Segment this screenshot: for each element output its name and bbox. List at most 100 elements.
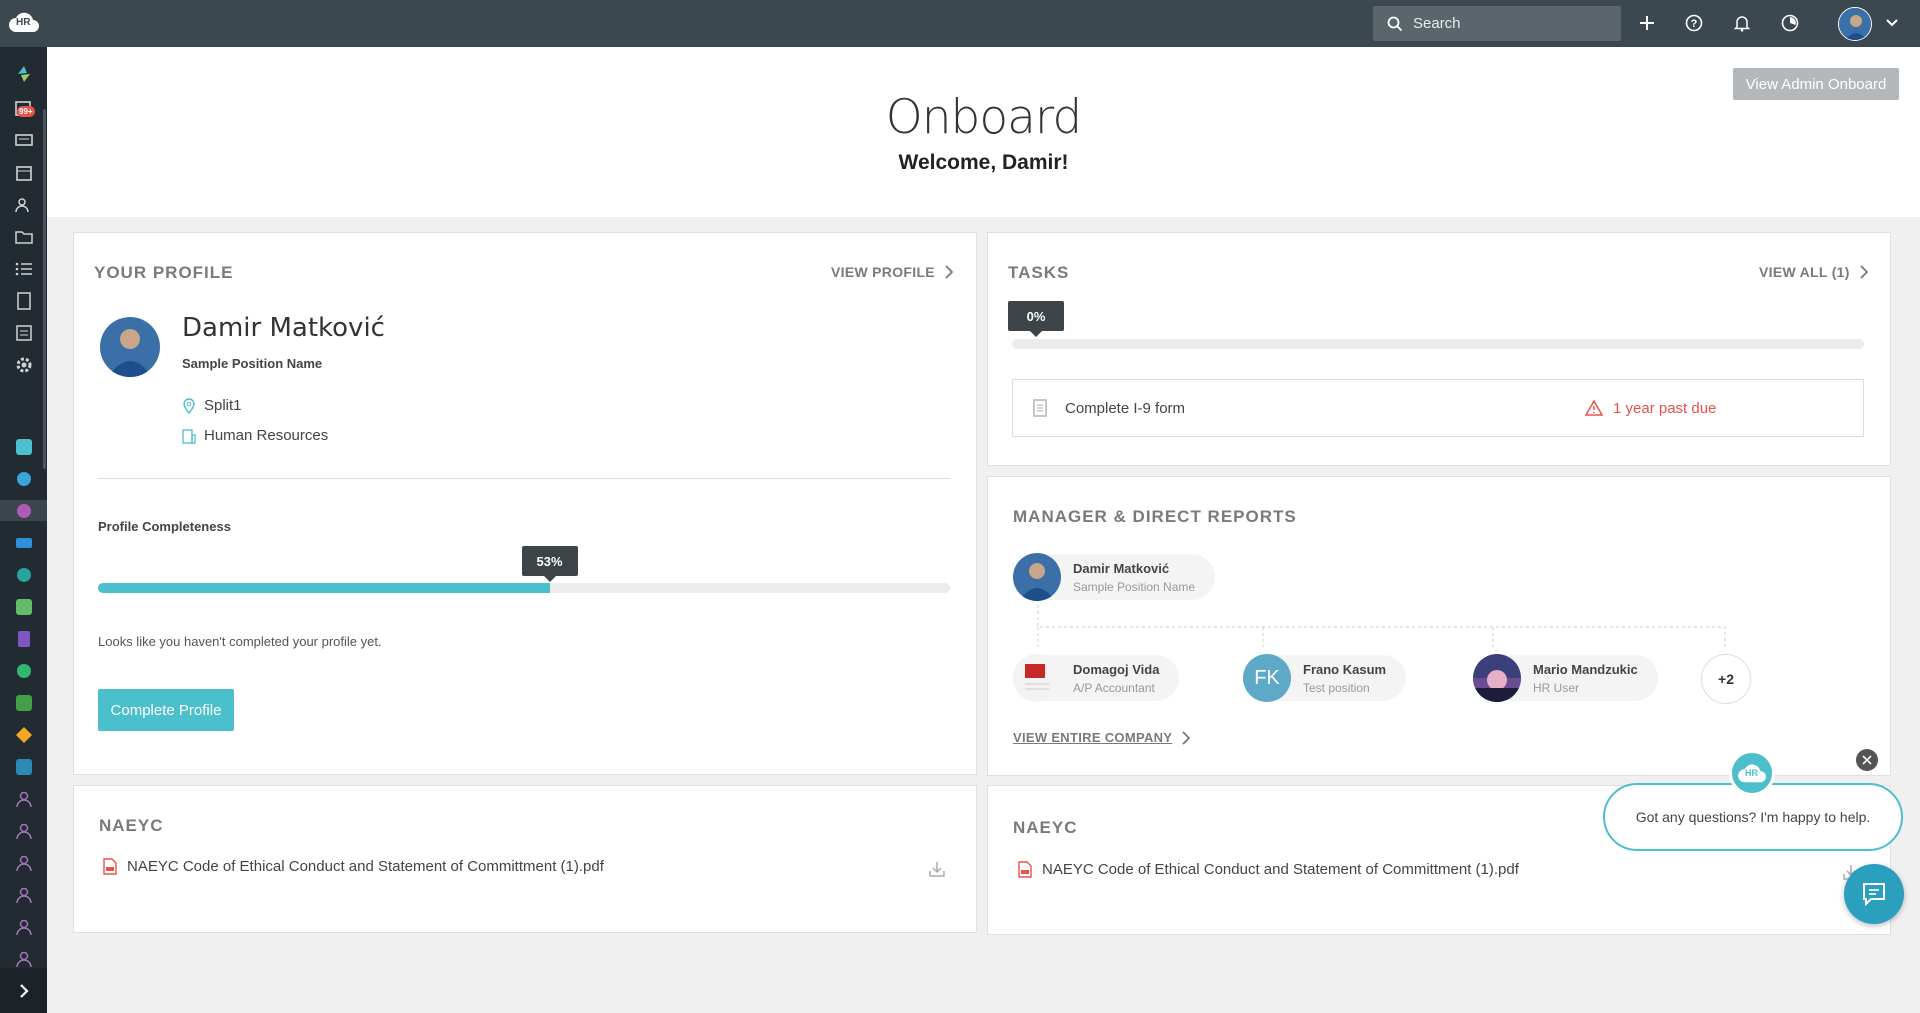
view-all-tasks-link[interactable]: VIEW ALL (1)	[1759, 264, 1868, 280]
sidebar-item-user-5[interactable]	[13, 916, 34, 937]
profile-divider	[98, 478, 950, 479]
sidebar: 99+	[0, 47, 47, 1013]
file-name: NAEYC Code of Ethical Conduct and Statem…	[1042, 861, 1519, 878]
task-item[interactable]: Complete I-9 form 1 year past due	[1012, 379, 1864, 437]
bell-icon[interactable]	[1731, 12, 1753, 34]
hr-cloud-logo[interactable]: HR	[8, 8, 40, 36]
logo-text: HR	[16, 17, 31, 28]
sidebar-item-checklist[interactable]	[13, 258, 34, 279]
tasks-progress-bar	[1012, 339, 1864, 349]
profile-progress-fill	[98, 583, 550, 593]
search-input[interactable]: Search	[1373, 6, 1621, 41]
notification-badge: 99+	[17, 106, 35, 117]
sidebar-item-app-8[interactable]	[13, 660, 34, 681]
sidebar-item-dashboard[interactable]	[13, 63, 34, 84]
report-person[interactable]: Mario Mandzukic HR User	[1473, 654, 1658, 702]
search-placeholder: Search	[1413, 15, 1461, 32]
close-icon	[1862, 755, 1872, 765]
file-name: NAEYC Code of Ethical Conduct and Statem…	[127, 858, 604, 875]
sidebar-item-user-6[interactable]	[13, 948, 34, 969]
sidebar-item-app-2[interactable]	[13, 468, 34, 489]
person-name: Damir Matković	[1073, 560, 1170, 576]
sidebar-item-folder[interactable]	[13, 226, 34, 247]
pdf-file-link[interactable]: NAEYC Code of Ethical Conduct and Statem…	[1018, 861, 1519, 878]
pdf-file-link[interactable]: NAEYC Code of Ethical Conduct and Statem…	[103, 858, 604, 875]
sidebar-item-app-4[interactable]	[13, 532, 34, 553]
sidebar-item-user-3[interactable]	[13, 852, 34, 873]
help-icon[interactable]: ?	[1683, 12, 1705, 34]
person-position: Test position	[1303, 680, 1370, 695]
report-person[interactable]: FK Frano Kasum Test position	[1243, 654, 1407, 702]
naeyc-card-left: NAEYC NAEYC Code of Ethical Conduct and …	[73, 785, 977, 933]
profile-avatar	[100, 317, 160, 377]
pdf-icon	[1018, 861, 1032, 878]
sidebar-item-app-6[interactable]	[13, 596, 34, 617]
manager-card: MANAGER & DIRECT REPORTS Damir Matković S…	[987, 476, 1891, 776]
sidebar-item-app-1[interactable]	[13, 436, 34, 457]
view-entire-company-link[interactable]: VIEW ENTIRE COMPANY	[1013, 730, 1191, 745]
sidebar-item-app-5[interactable]	[13, 564, 34, 585]
clock-icon[interactable]	[1779, 12, 1801, 34]
sidebar-item-messages[interactable]	[13, 130, 34, 151]
warning-icon	[1585, 400, 1603, 416]
avatar	[1013, 654, 1061, 702]
download-icon[interactable]	[928, 860, 946, 883]
person-name: Frano Kasum	[1303, 661, 1387, 677]
sidebar-item-app-9[interactable]	[13, 692, 34, 713]
chat-message: Got any questions? I'm happy to help.	[1635, 809, 1871, 825]
sidebar-item-settings[interactable]	[13, 354, 34, 375]
profile-card: YOUR PROFILE VIEW PROFILE Damir Matković…	[73, 232, 977, 775]
chat-launcher-button[interactable]	[1844, 864, 1904, 924]
profile-department: Human Resources	[182, 427, 328, 444]
sidebar-item-app-10[interactable]	[13, 724, 34, 745]
document-icon	[1033, 399, 1047, 417]
sidebar-item-reports[interactable]	[13, 322, 34, 343]
chevron-down-icon[interactable]	[1881, 12, 1903, 34]
profile-name: Damir Matković	[182, 313, 385, 343]
sidebar-item-app-11[interactable]	[13, 756, 34, 777]
complete-profile-button[interactable]: Complete Profile	[98, 689, 234, 731]
add-icon[interactable]	[1636, 12, 1658, 34]
view-profile-link[interactable]: VIEW PROFILE	[831, 264, 953, 280]
chevron-right-icon	[945, 265, 953, 279]
sidebar-item-app-7[interactable]	[13, 628, 34, 649]
top-bar: HR Search ?	[0, 0, 1920, 47]
chat-bot-avatar: HR	[1729, 750, 1775, 796]
profile-progress-tooltip: 53%	[521, 546, 578, 582]
profile-position: Sample Position Name	[182, 356, 323, 371]
page-header: Onboard Welcome, Damir! View Admin Onboa…	[47, 47, 1920, 217]
sidebar-item-user-2[interactable]	[13, 820, 34, 841]
sidebar-scrollbar[interactable]	[43, 109, 46, 469]
profile-section-title: YOUR PROFILE	[94, 263, 234, 282]
task-label: Complete I-9 form	[1065, 399, 1186, 417]
sidebar-item-app-3[interactable]	[0, 500, 47, 521]
sidebar-item-inbox[interactable]: 99+	[13, 98, 35, 119]
sidebar-item-user-1[interactable]	[13, 788, 34, 809]
manager-person[interactable]: Damir Matković Sample Position Name	[1013, 553, 1216, 601]
user-avatar[interactable]	[1838, 7, 1872, 41]
svg-text:?: ?	[1691, 18, 1698, 30]
sidebar-item-documents[interactable]	[13, 290, 34, 311]
close-chat-button[interactable]	[1856, 749, 1878, 771]
more-reports-button[interactable]: +2	[1701, 654, 1751, 704]
avatar: FK	[1243, 654, 1291, 702]
person-name: Mario Mandzukic	[1533, 661, 1638, 677]
view-admin-onboard-button[interactable]: View Admin Onboard	[1733, 68, 1899, 100]
person-position: HR User	[1533, 680, 1580, 695]
sidebar-item-calendar[interactable]	[13, 162, 34, 183]
naeyc-section-title: NAEYC	[1013, 818, 1078, 837]
naeyc-section-title: NAEYC	[99, 816, 164, 835]
view-company-label: VIEW ENTIRE COMPANY	[1013, 730, 1173, 745]
sidebar-expand-button[interactable]	[0, 968, 47, 1013]
location-pin-icon	[183, 397, 195, 414]
sidebar-item-people[interactable]	[13, 194, 34, 215]
sidebar-item-user-4[interactable]	[13, 884, 34, 905]
avatar	[1473, 654, 1521, 702]
profile-incomplete-message: Looks like you haven't completed your pr…	[98, 634, 382, 649]
tasks-progress-tooltip: 0%	[1008, 301, 1064, 337]
chevron-right-icon	[19, 983, 29, 998]
tasks-card: TASKS VIEW ALL (1) 0% Complete I-9 form …	[987, 232, 1891, 466]
report-person[interactable]: Domagoj Vida A/P Accountant	[1013, 654, 1180, 702]
avatar-initials: FK	[1254, 666, 1280, 689]
search-icon	[1387, 16, 1403, 31]
